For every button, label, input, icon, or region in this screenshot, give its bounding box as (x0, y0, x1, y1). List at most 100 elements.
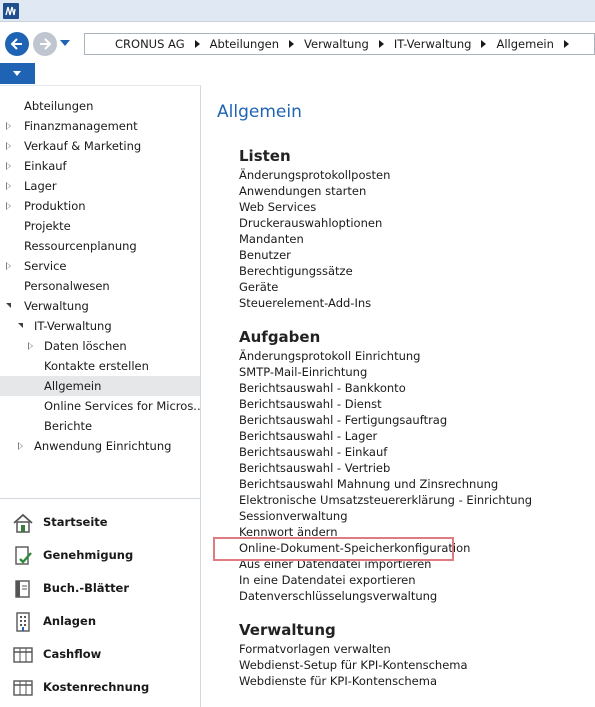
breadcrumb-separator-icon[interactable] (481, 40, 487, 48)
breadcrumb-separator-icon[interactable] (378, 40, 384, 48)
nav-button[interactable]: Kostenrechnung (0, 671, 200, 704)
tree-item[interactable]: Verwaltung (0, 296, 200, 316)
nav-button-label: Startseite (43, 515, 108, 529)
tree-item-label: Verwaltung (24, 299, 89, 313)
collapse-arrow-icon[interactable] (18, 442, 23, 450)
nav-button-label: Genehmigung (43, 548, 134, 562)
action-link[interactable]: Webdienste für KPI-Kontenschema (239, 673, 468, 689)
collapse-arrow-icon[interactable] (6, 202, 11, 210)
tree-item-label: Abteilungen (24, 99, 94, 113)
action-link[interactable]: Mandanten (239, 231, 390, 247)
title-bar (0, 0, 595, 22)
tree-item[interactable]: Abteilungen (0, 96, 200, 116)
back-button[interactable] (5, 32, 29, 56)
chevron-down-icon[interactable] (60, 40, 70, 46)
action-link[interactable]: Änderungsprotokoll Einrichtung (239, 348, 532, 364)
tree-item-label: IT-Verwaltung (34, 319, 112, 333)
action-link[interactable]: SMTP-Mail-Einrichtung (239, 364, 532, 380)
tree-item[interactable]: Kontakte erstellen (0, 356, 200, 376)
action-link[interactable]: Berichtsauswahl - Einkauf (239, 444, 532, 460)
breadcrumb[interactable]: CRONUS AG Abteilungen Verwaltung IT-Verwalt… (84, 33, 595, 55)
breadcrumb-separator-icon[interactable] (563, 40, 569, 48)
section-aufgaben: Aufgaben Änderungsprotokoll Einrichtung S… (239, 326, 532, 604)
department-tree: Abteilungen Finanzmanagement Verkauf & Mar… (0, 96, 200, 456)
action-link[interactable]: Druckerauswahloptionen (239, 215, 390, 231)
tree-item-label: Projekte (24, 219, 71, 233)
tree-item[interactable]: Projekte (0, 216, 200, 236)
tree-item-label: Verkauf & Marketing (24, 139, 142, 153)
arrow-right-icon (40, 38, 52, 50)
breadcrumb-item[interactable]: Verwaltung (304, 37, 369, 51)
navigation-bar: CRONUS AG Abteilungen Verwaltung IT-Verwalt… (0, 22, 595, 63)
action-link[interactable]: Änderungsprotokollposten (239, 167, 390, 183)
journal-book-icon (12, 578, 34, 600)
tree-item-label: Anwendung Einrichtung (34, 439, 172, 453)
nav-button[interactable]: Genehmigung (0, 539, 200, 572)
nav-button[interactable]: Cashflow (0, 638, 200, 671)
action-link[interactable]: Datenverschlüsselungsverwaltung (239, 588, 532, 604)
action-link[interactable]: Anwendungen starten (239, 183, 390, 199)
action-link[interactable]: Benutzer (239, 247, 390, 263)
breadcrumb-separator-icon[interactable] (289, 40, 295, 48)
arrow-left-icon (10, 38, 22, 50)
action-link[interactable]: Berechtigungssätze (239, 263, 390, 279)
breadcrumb-item[interactable]: CRONUS AG (115, 37, 185, 51)
tree-item[interactable]: Service (0, 256, 200, 276)
tree-item[interactable]: Lager (0, 176, 200, 196)
tree-item-label: Service (24, 259, 67, 273)
action-link[interactable]: Berichtsauswahl - Bankkonto (239, 380, 532, 396)
nav-button[interactable]: Anlagen (0, 605, 200, 638)
action-link[interactable]: Sessionverwaltung (239, 508, 532, 524)
breadcrumb-item[interactable]: Abteilungen (210, 37, 279, 51)
page-title: Allgemein (217, 102, 302, 122)
breadcrumb-item[interactable]: Allgemein (496, 37, 553, 51)
ledger-table-icon (12, 644, 34, 666)
expand-arrow-icon[interactable] (6, 303, 11, 308)
tree-item[interactable]: Produktion (0, 196, 200, 216)
nav-button[interactable]: Startseite (0, 506, 200, 539)
action-link[interactable]: In eine Datendatei exportieren (239, 572, 532, 588)
collapse-arrow-icon[interactable] (6, 142, 11, 150)
link-list: Änderungsprotokoll Einrichtung SMTP-Mail-… (239, 348, 532, 604)
tree-item[interactable]: IT-Verwaltung (0, 316, 200, 336)
action-link[interactable]: Elektronische Umsatzsteuererklärung - Ei… (239, 492, 532, 508)
action-link[interactable]: Berichtsauswahl Mahnung und Zinsrechnung (239, 476, 532, 492)
action-link[interactable]: Berichtsauswahl - Vertrieb (239, 460, 532, 476)
forward-button[interactable] (33, 32, 57, 56)
tree-item-label: Lager (24, 179, 57, 193)
collapse-arrow-icon[interactable] (6, 262, 11, 270)
house-icon (12, 512, 34, 534)
action-link[interactable]: Berichtsauswahl - Lager (239, 428, 532, 444)
section-listen: Listen Änderungsprotokollposten Anwendung… (239, 145, 390, 311)
dynamics-nav-logo-icon (3, 3, 19, 19)
section-title: Verwaltung (239, 621, 336, 639)
menu-button[interactable] (0, 63, 35, 84)
tree-item[interactable]: Finanzmanagement (0, 116, 200, 136)
tree-item[interactable]: Daten löschen (0, 336, 200, 356)
action-link[interactable]: Berichtsauswahl - Fertigungsauftrag (239, 412, 532, 428)
action-link[interactable]: Webdienst-Setup für KPI-Kontenschema (239, 657, 468, 673)
ledger-table-icon (12, 677, 34, 699)
expand-arrow-icon[interactable] (18, 323, 23, 328)
action-link[interactable]: Geräte (239, 279, 390, 295)
tree-item[interactable]: Allgemein (0, 376, 200, 396)
tree-item[interactable]: Verkauf & Marketing (0, 136, 200, 156)
tree-item[interactable]: Einkauf (0, 156, 200, 176)
tree-item[interactable]: Anwendung Einrichtung (0, 436, 200, 456)
tree-item[interactable]: Berichte (0, 416, 200, 436)
action-link[interactable]: Steuerelement-Add-Ins (239, 295, 390, 311)
tree-item[interactable]: Ressourcenplanung (0, 236, 200, 256)
collapse-arrow-icon[interactable] (28, 342, 33, 350)
tree-item[interactable]: Online Services for Micros... (0, 396, 200, 416)
breadcrumb-item[interactable]: IT-Verwaltung (394, 37, 472, 51)
breadcrumb-separator-icon[interactable] (194, 40, 200, 48)
tree-item[interactable]: Personalwesen (0, 276, 200, 296)
action-link[interactable]: Web Services (239, 199, 390, 215)
nav-button[interactable]: Buch.-Blätter (0, 572, 200, 605)
action-link[interactable]: Berichtsauswahl - Dienst (239, 396, 532, 412)
collapse-arrow-icon[interactable] (6, 122, 11, 130)
collapse-arrow-icon[interactable] (6, 182, 11, 190)
section-verwaltung: Verwaltung Formatvorlagen verwalten Webdi… (239, 619, 468, 689)
action-link[interactable]: Formatvorlagen verwalten (239, 641, 468, 657)
collapse-arrow-icon[interactable] (6, 162, 11, 170)
